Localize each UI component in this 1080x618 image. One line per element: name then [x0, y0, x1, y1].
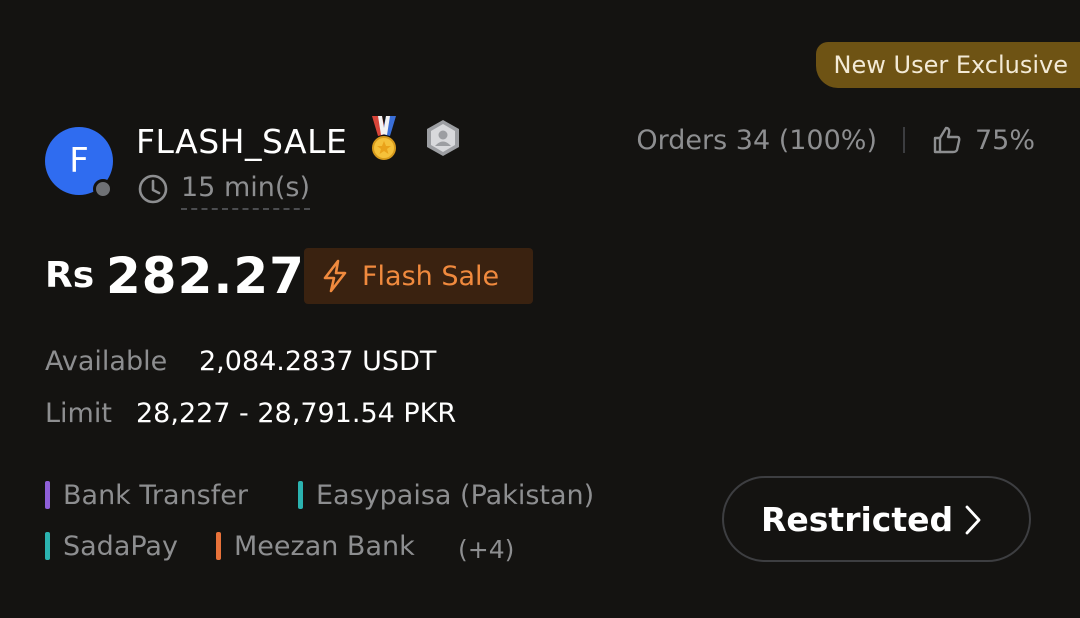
payment-method: SadaPay — [45, 526, 178, 566]
restricted-button-label: Restricted — [761, 499, 954, 539]
shield-user-icon — [427, 120, 459, 156]
available-label: Available — [45, 346, 168, 377]
chevron-right-icon — [965, 505, 981, 535]
payment-method-label: SadaPay — [63, 530, 178, 562]
thumbs-up-icon — [933, 126, 961, 154]
lightning-bolt-icon — [323, 259, 347, 293]
payment-method-label: Bank Transfer — [63, 479, 248, 511]
price-currency: Rs — [45, 255, 95, 296]
payment-color-bar — [298, 481, 303, 509]
positive-rating: 75% — [974, 124, 1035, 156]
avg-release-time[interactable]: 15 min(s) — [181, 168, 310, 210]
payment-method-label: Meezan Bank — [234, 530, 415, 562]
new-user-exclusive-badge: New User Exclusive — [815, 42, 1080, 88]
medal-icon — [372, 116, 396, 160]
flash-sale-label: Flash Sale — [362, 260, 500, 292]
p2p-offer-card[interactable]: New User Exclusive F FLASH_SALE 15 min(s… — [0, 0, 1080, 618]
payment-method-label: Easypaisa (Pakistan) — [316, 479, 595, 511]
merchant-stats: Orders 34 (100%) 75% — [636, 118, 1035, 162]
available-value: 2,084.2837 USDT — [199, 346, 437, 377]
restricted-button[interactable]: Restricted — [722, 476, 1031, 562]
merchant-name[interactable]: FLASH_SALE — [136, 120, 347, 164]
payment-color-bar — [45, 532, 50, 560]
payment-method: Easypaisa (Pakistan) — [298, 475, 594, 515]
clock-icon — [138, 174, 168, 204]
more-payment-methods: (+4) — [458, 535, 515, 564]
flash-sale-badge: Flash Sale — [304, 248, 533, 304]
online-status-dot — [93, 179, 113, 199]
orders-count: Orders 34 (100%) — [636, 124, 877, 156]
payment-color-bar — [45, 481, 50, 509]
payment-color-bar — [216, 532, 221, 560]
limit-label: Limit — [45, 398, 112, 429]
price-value: 282.27 — [106, 247, 305, 305]
payment-method: Bank Transfer — [45, 475, 248, 515]
payment-method: Meezan Bank — [216, 526, 415, 566]
stats-divider — [902, 127, 905, 153]
limit-value: 28,227 - 28,791.54 PKR — [136, 398, 457, 429]
